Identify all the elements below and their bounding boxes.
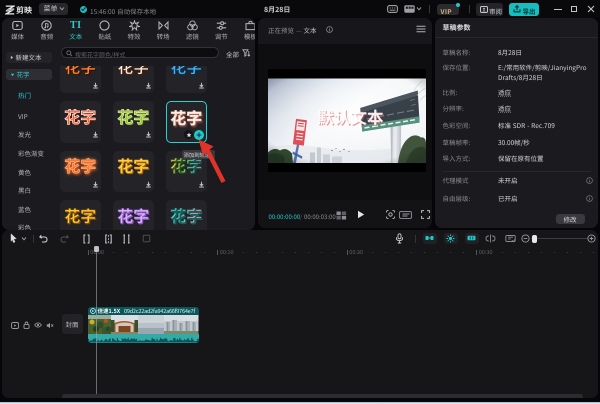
svg-text:默认文本: 默认文本 xyxy=(318,104,385,128)
